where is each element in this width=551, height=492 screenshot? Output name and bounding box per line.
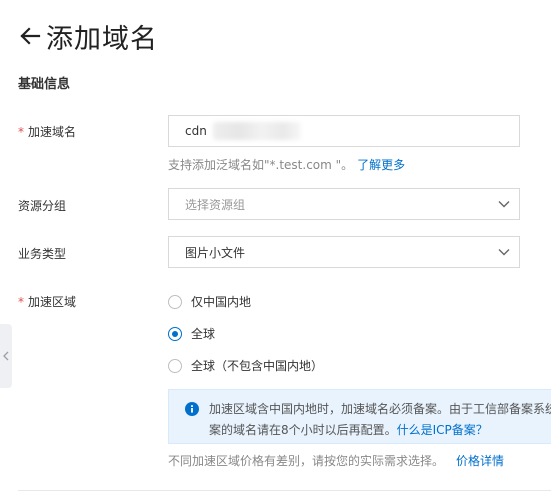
info-text: 加速区域含中国内地时，加速域名必须备案。由于工信部备案系统 案的域名请在8个小时… xyxy=(209,399,551,441)
domain-input[interactable]: cdn xyxy=(168,115,520,147)
required-mark: * xyxy=(18,125,24,139)
resource-group-placeholder: 选择资源组 xyxy=(185,197,246,212)
domain-label-text: 加速域名 xyxy=(28,125,77,139)
redacted-blur xyxy=(212,122,301,140)
business-type-value: 图片小文件 xyxy=(185,245,246,260)
info-icon xyxy=(185,402,199,416)
radio-label: 仅中国内地 xyxy=(191,295,252,309)
divider xyxy=(18,490,551,491)
price-details-link[interactable]: 价格详情 xyxy=(456,454,504,468)
domain-label: * 加速域名 xyxy=(18,123,76,140)
pricing-note-text: 不同加速区域价格有差别，请按您的实际需求选择。 xyxy=(168,454,445,468)
region-option-global-excl-mainland[interactable]: 全球（不包含中国内地） xyxy=(168,357,323,374)
pricing-note: 不同加速区域价格有差别，请按您的实际需求选择。 价格详情 xyxy=(168,452,504,469)
region-option-global[interactable]: 全球 xyxy=(168,325,215,342)
business-type-label: 业务类型 xyxy=(18,247,67,261)
page-header: 添加域名 xyxy=(18,16,158,56)
region-label: * 加速区域 xyxy=(18,293,76,310)
resource-group-label: 资源分组 xyxy=(18,199,67,213)
info-line-2: 案的域名请在8个小时以后再配置。什么是ICP备案？ xyxy=(209,420,551,441)
region-label-text: 加速区域 xyxy=(28,295,77,309)
section-title: 基础信息 xyxy=(18,77,71,92)
info-line-1: 加速区域含中国内地时，加速域名必须备案。由于工信部备案系统 xyxy=(209,402,551,416)
icp-info-box: 加速区域含中国内地时，加速域名必须备案。由于工信部备案系统 案的域名请在8个小时… xyxy=(168,389,551,444)
radio-mainland[interactable] xyxy=(168,294,182,309)
chevron-left-icon xyxy=(3,351,9,361)
business-type-select[interactable]: 图片小文件 xyxy=(168,236,520,268)
page-title: 添加域名 xyxy=(46,23,158,55)
radio-global[interactable] xyxy=(168,326,182,341)
chevron-down-icon xyxy=(498,249,510,256)
radio-label: 全球 xyxy=(191,327,216,341)
domain-hint: 支持添加泛域名如"*.test.com "。 了解更多 xyxy=(168,156,405,173)
arrow-left-icon[interactable] xyxy=(18,24,42,48)
domain-input-value: cdn xyxy=(185,124,207,138)
resource-group-select[interactable]: 选择资源组 xyxy=(168,188,520,220)
required-mark: * xyxy=(18,295,24,309)
radio-global-excl-mainland[interactable] xyxy=(168,358,182,373)
domain-hint-text: 支持添加泛域名如"*.test.com "。 xyxy=(168,158,354,172)
info-line-2-text: 案的域名请在8个小时以后再配置。 xyxy=(209,423,397,437)
chevron-down-icon xyxy=(498,201,510,208)
region-option-mainland[interactable]: 仅中国内地 xyxy=(168,293,251,310)
learn-more-link[interactable]: 了解更多 xyxy=(357,158,405,172)
icp-link[interactable]: 什么是ICP备案？ xyxy=(397,423,488,437)
sidebar-collapse-handle[interactable] xyxy=(0,324,12,388)
radio-label: 全球（不包含中国内地） xyxy=(191,359,324,373)
